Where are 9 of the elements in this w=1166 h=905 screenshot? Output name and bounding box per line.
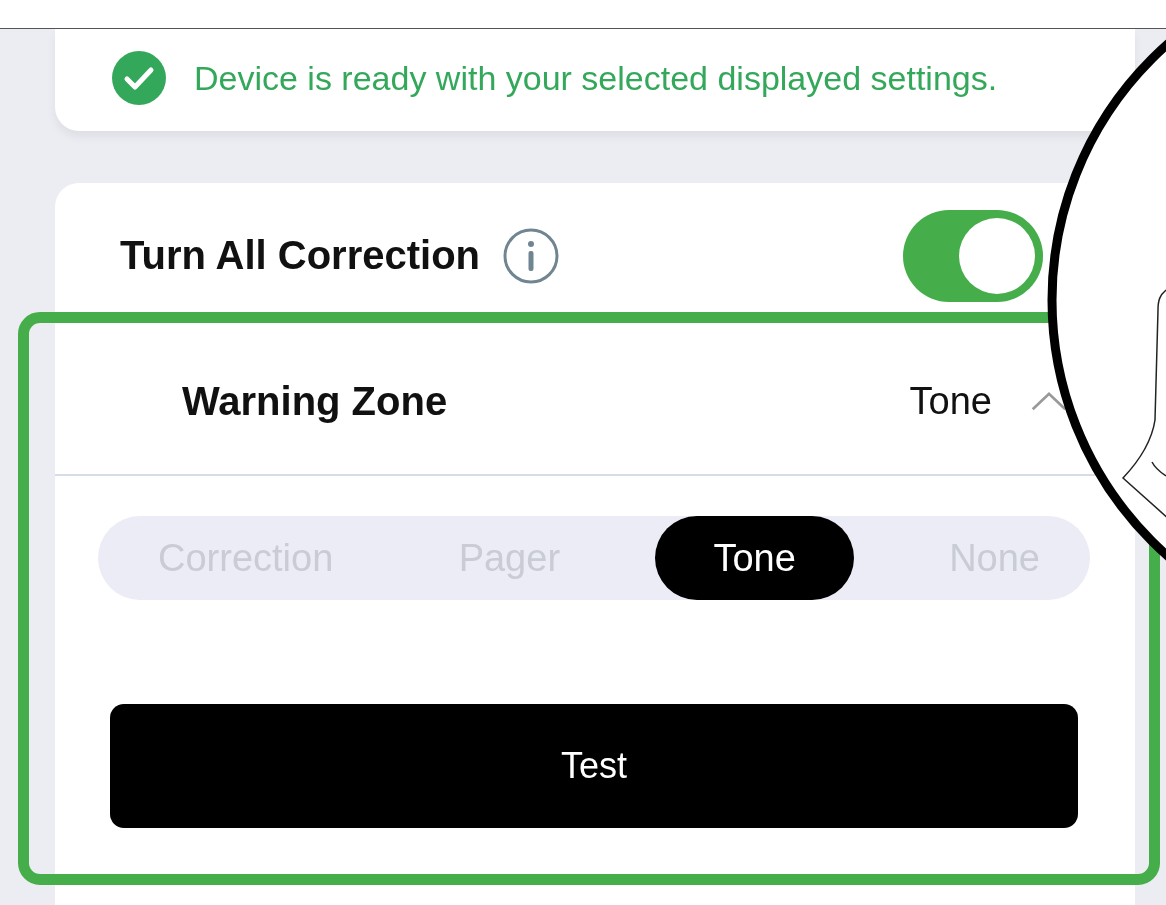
info-icon[interactable] [502, 226, 560, 285]
warning-zone-value: Tone [909, 379, 992, 423]
chevron-icon[interactable] [1030, 389, 1068, 413]
correction-label: Turn All Correction [120, 233, 480, 278]
status-message: Device is ready with your selected displayed settings. [194, 58, 998, 98]
segment-tab[interactable]: Tone [655, 516, 854, 600]
checkmark-icon [112, 51, 166, 105]
test-button[interactable]: Test [110, 704, 1078, 828]
warning-zone-title: Warning Zone [182, 378, 448, 424]
